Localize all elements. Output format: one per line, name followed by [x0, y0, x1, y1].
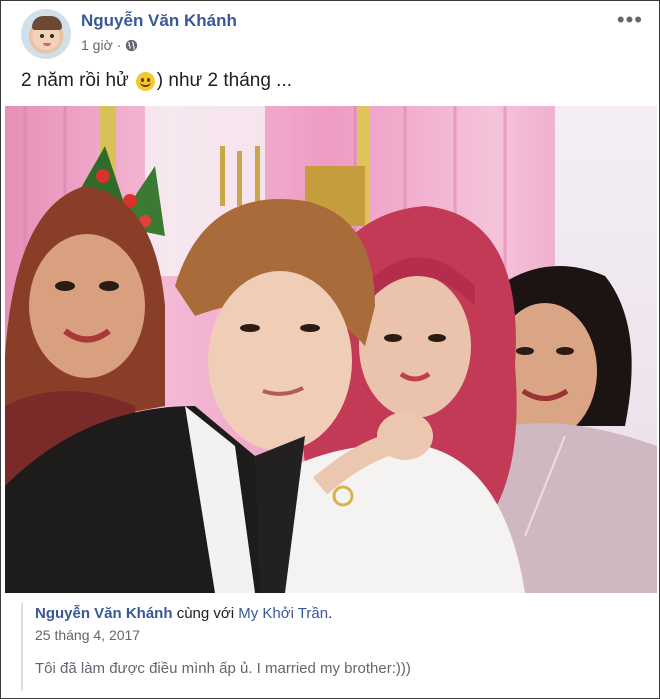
- smile-emoji-icon: [135, 71, 155, 91]
- post-photo[interactable]: [5, 106, 657, 593]
- caption-header: Nguyễn Văn Khánh cùng với My Khởi Trần.: [35, 605, 332, 622]
- selfie-photo-illustration: [5, 106, 657, 593]
- avatar-mouth: [43, 43, 51, 46]
- caption-text: Tôi đã làm được điều mình ấp ủ. I marrie…: [35, 660, 411, 677]
- avatar-eye: [50, 34, 54, 38]
- avatar-eye: [40, 34, 44, 38]
- post-message: 2 năm rồi hử ) như 2 tháng ...: [21, 70, 292, 92]
- post-timestamp-link[interactable]: 1 giờ: [81, 37, 113, 53]
- caption-date-link[interactable]: 25 tháng 4, 2017: [35, 627, 140, 643]
- post-text-part-2: ) như 2 tháng ...: [156, 70, 293, 91]
- author-avatar[interactable]: [21, 9, 71, 59]
- globe-icon[interactable]: [125, 39, 138, 52]
- post-meta: 1 giờ ·: [81, 37, 138, 53]
- post-header: Nguyễn Văn Khánh 1 giờ · •••: [21, 9, 643, 61]
- tagged-person-link[interactable]: My Khởi Trần: [238, 605, 328, 622]
- caption-period: .: [328, 605, 333, 622]
- meta-separator: ·: [116, 37, 122, 53]
- caption-author-link[interactable]: Nguyễn Văn Khánh: [35, 605, 173, 622]
- post-text-part-1: 2 năm rồi hử: [21, 70, 129, 91]
- author-name-link[interactable]: Nguyễn Văn Khánh: [81, 11, 237, 31]
- more-options-icon[interactable]: •••: [617, 9, 643, 31]
- caption-quote-bar: [21, 603, 23, 691]
- avatar-hair: [32, 16, 62, 30]
- caption-with-text: cùng với: [176, 605, 235, 622]
- facebook-post-card: Nguyễn Văn Khánh 1 giờ · ••• 2 năm rồi h…: [0, 0, 660, 699]
